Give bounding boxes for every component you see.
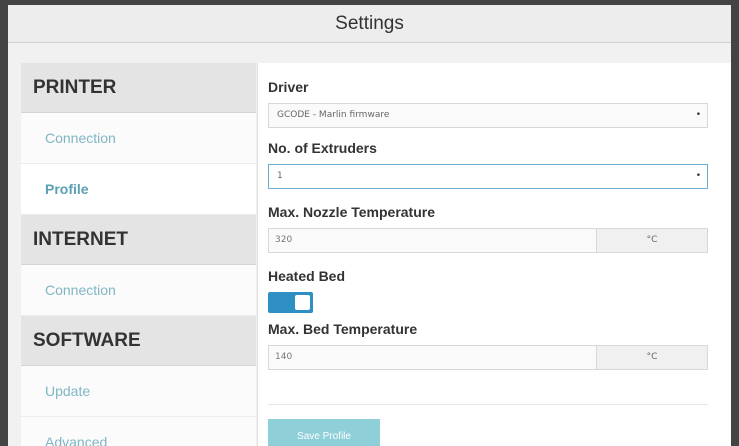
nozzle-temp-label: Max. Nozzle Temperature bbox=[268, 204, 436, 220]
bed-temp-field: 140 °C bbox=[268, 345, 708, 370]
sidebar-item-profile[interactable]: Profile bbox=[21, 164, 256, 215]
extruders-label: No. of Extruders bbox=[268, 140, 377, 156]
bed-temp-input[interactable]: 140 bbox=[268, 345, 597, 370]
settings-window: Settings PRINTER Connection Profile INTE… bbox=[0, 0, 739, 446]
save-profile-button[interactable]: Save Profile bbox=[268, 419, 380, 446]
toggle-knob bbox=[295, 295, 310, 310]
sidebar-section-printer: PRINTER bbox=[21, 63, 256, 113]
extruders-select[interactable]: 1 • bbox=[268, 164, 708, 189]
sidebar-section-software: SOFTWARE bbox=[21, 316, 256, 366]
sidebar-item-advanced[interactable]: Advanced bbox=[21, 417, 256, 446]
settings-body: PRINTER Connection Profile INTERNET Conn… bbox=[8, 43, 731, 446]
divider bbox=[268, 404, 708, 405]
bed-temp-label: Max. Bed Temperature bbox=[268, 321, 418, 337]
window-title: Settings bbox=[8, 5, 731, 43]
sidebar-item-update[interactable]: Update bbox=[21, 366, 256, 417]
nozzle-temp-unit: °C bbox=[597, 228, 708, 253]
dropdown-dot-icon: • bbox=[695, 171, 701, 181]
nozzle-temp-field: 320 °C bbox=[268, 228, 708, 253]
bed-temp-unit: °C bbox=[597, 345, 708, 370]
driver-label: Driver bbox=[268, 79, 309, 95]
sidebar-item-printer-connection[interactable]: Connection bbox=[21, 113, 256, 164]
profile-panel: Driver GCODE - Marlin firmware • No. of … bbox=[257, 63, 731, 446]
sidebar-item-internet-connection[interactable]: Connection bbox=[21, 265, 256, 316]
extruders-value: 1 bbox=[277, 171, 283, 181]
nozzle-temp-input[interactable]: 320 bbox=[268, 228, 597, 253]
heated-bed-toggle[interactable] bbox=[268, 292, 313, 313]
driver-select[interactable]: GCODE - Marlin firmware • bbox=[268, 103, 708, 128]
driver-value: GCODE - Marlin firmware bbox=[277, 110, 390, 120]
sidebar-section-internet: INTERNET bbox=[21, 215, 256, 265]
sidebar: PRINTER Connection Profile INTERNET Conn… bbox=[21, 63, 256, 446]
heated-bed-label: Heated Bed bbox=[268, 268, 346, 284]
dropdown-dot-icon: • bbox=[695, 110, 701, 120]
